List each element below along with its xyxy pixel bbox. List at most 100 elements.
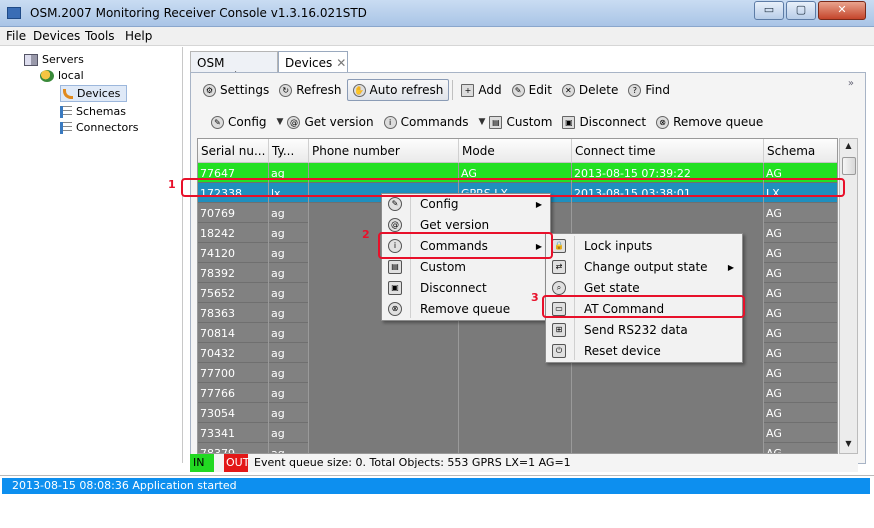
- config-button[interactable]: ✎ Config: [206, 112, 272, 132]
- commands-button[interactable]: i Commands: [379, 112, 474, 132]
- cell-time: [572, 203, 764, 223]
- status-in-indicator: IN: [190, 454, 214, 472]
- menu-tools[interactable]: Tools: [85, 29, 115, 43]
- tab-devices[interactable]: Devices ✕: [278, 51, 348, 73]
- cell-serial: 74120: [198, 243, 269, 263]
- delete-icon: ✕: [561, 83, 575, 97]
- cell-type: ag: [269, 283, 309, 303]
- get-version-button[interactable]: ▼ @ Get version: [272, 112, 379, 132]
- tab-osm-console[interactable]: OSM Console: [190, 51, 278, 84]
- submenu-item-reset-device[interactable]: ⏻ Reset device: [546, 341, 742, 361]
- submenu-item-lock-inputs[interactable]: 🔒 Lock inputs: [546, 236, 742, 256]
- tree-node-local[interactable]: local: [40, 69, 84, 82]
- config-icon: ✎: [211, 115, 224, 129]
- custom-icon: ▤: [489, 115, 503, 129]
- cell-time: [572, 403, 764, 423]
- menu-item-remove-queue[interactable]: ⊗ Remove queue: [382, 299, 550, 319]
- delete-button[interactable]: ✕ Delete: [557, 80, 623, 100]
- add-button[interactable]: + Add: [456, 80, 506, 100]
- refresh-button[interactable]: ↻ Refresh: [274, 80, 346, 100]
- cell-type: ag: [269, 243, 309, 263]
- auto-refresh-icon: ✋: [352, 83, 366, 97]
- tree-node-servers[interactable]: Servers: [24, 53, 84, 66]
- edit-icon: ✎: [511, 83, 525, 97]
- cell-type: ag: [269, 263, 309, 283]
- remove-queue-icon: ⊗: [388, 302, 402, 316]
- custom-icon: ▤: [388, 260, 402, 274]
- column-type[interactable]: Ty...: [269, 139, 309, 163]
- cell-serial: 78363: [198, 303, 269, 323]
- disconnect-button[interactable]: ▣ Disconnect: [557, 112, 651, 132]
- find-button[interactable]: ? Find: [623, 80, 675, 100]
- status-text: Event queue size: 0. Total Objects: 553 …: [254, 456, 571, 469]
- cell-schema: AG: [764, 323, 837, 343]
- submenu-item-change-output[interactable]: ⇄ Change output state ▶: [546, 257, 742, 277]
- tree-node-connectors[interactable]: Connectors: [60, 121, 138, 134]
- edit-button[interactable]: ✎ Edit: [507, 80, 557, 100]
- toolbar-overflow-icon[interactable]: »: [848, 78, 854, 89]
- app-icon: [7, 7, 21, 19]
- table-row[interactable]: 73341 ag AG: [198, 423, 837, 443]
- cell-phone: [309, 383, 459, 403]
- log-line[interactable]: 2013-08-15 08:08:36 Application started: [2, 478, 870, 494]
- close-button[interactable]: ✕: [818, 1, 866, 20]
- tree-node-devices[interactable]: Devices: [60, 85, 128, 102]
- cell-serial: 78392: [198, 263, 269, 283]
- cell-type: ag: [269, 403, 309, 423]
- cell-serial: 78379: [198, 443, 269, 453]
- annotation-1: 1: [168, 178, 176, 191]
- remove-queue-button[interactable]: ⊗ Remove queue: [651, 112, 768, 132]
- cell-phone: [309, 443, 459, 453]
- cell-type: ag: [269, 303, 309, 323]
- column-connect-time[interactable]: Connect time: [572, 139, 764, 163]
- tree-node-schemas[interactable]: Schemas: [60, 105, 126, 118]
- table-row[interactable]: 77766 ag AG: [198, 383, 837, 403]
- table-row[interactable]: 77700 ag AG: [198, 363, 837, 383]
- column-phone[interactable]: Phone number: [309, 139, 459, 163]
- scroll-thumb[interactable]: [842, 157, 856, 175]
- cell-phone: [309, 323, 459, 343]
- disconnect-icon: ▣: [388, 281, 402, 295]
- column-schema[interactable]: Schema: [764, 139, 837, 163]
- menu-devices[interactable]: Devices: [33, 29, 80, 43]
- disconnect-icon: ▣: [562, 115, 576, 129]
- reset-icon: ⏻: [552, 344, 566, 358]
- cell-schema: AG: [764, 223, 837, 243]
- highlight-selected-row: [181, 178, 845, 197]
- custom-button[interactable]: ▼ ▤ Custom: [474, 112, 558, 132]
- refresh-icon: ↻: [279, 83, 293, 97]
- scroll-down-icon[interactable]: ▼: [840, 439, 857, 448]
- submenu-item-send-rs232[interactable]: ⊞ Send RS232 data: [546, 320, 742, 340]
- settings-button[interactable]: ⚙ Settings: [198, 80, 274, 100]
- menu-help[interactable]: Help: [125, 29, 152, 43]
- menu-item-custom[interactable]: ▤ Custom: [382, 257, 550, 277]
- table-row[interactable]: 73054 ag AG: [198, 403, 837, 423]
- submenu-arrow-icon: ▶: [727, 262, 734, 272]
- scroll-up-icon[interactable]: ▲: [840, 141, 857, 150]
- column-serial[interactable]: Serial nu...: [198, 139, 269, 163]
- cell-type: ag: [269, 423, 309, 443]
- table-row[interactable]: 78379 ag AG: [198, 443, 837, 453]
- column-mode[interactable]: Mode: [459, 139, 572, 163]
- chevron-down-icon: ▼: [478, 117, 486, 127]
- cell-schema: AG: [764, 443, 837, 453]
- minimize-button[interactable]: ▭: [754, 1, 784, 20]
- cell-schema: AG: [764, 403, 837, 423]
- cell-mode: [459, 443, 572, 453]
- menu-item-config[interactable]: ✎ Config ▶: [382, 194, 550, 214]
- status-bar: IN OUT Event queue size: 0. Total Object…: [190, 454, 858, 472]
- commands-icon: i: [383, 115, 397, 129]
- cell-type: ag: [269, 383, 309, 403]
- auto-refresh-button[interactable]: ✋ Auto refresh: [346, 79, 450, 101]
- rs232-icon: ⊞: [552, 323, 566, 337]
- schemas-icon: [60, 105, 72, 118]
- version-icon: @: [388, 218, 402, 232]
- menu-bar: File Devices Tools Help: [0, 27, 874, 46]
- menu-file[interactable]: File: [6, 29, 26, 43]
- menu-item-disconnect[interactable]: ▣ Disconnect: [382, 278, 550, 298]
- window-title: OSM.2007 Monitoring Receiver Console v1.…: [30, 6, 367, 20]
- tab-close-icon[interactable]: ✕: [336, 56, 346, 70]
- cell-time: [572, 423, 764, 443]
- table-header: Serial nu... Ty... Phone number Mode Con…: [198, 139, 837, 163]
- maximize-button[interactable]: ▢: [786, 1, 816, 20]
